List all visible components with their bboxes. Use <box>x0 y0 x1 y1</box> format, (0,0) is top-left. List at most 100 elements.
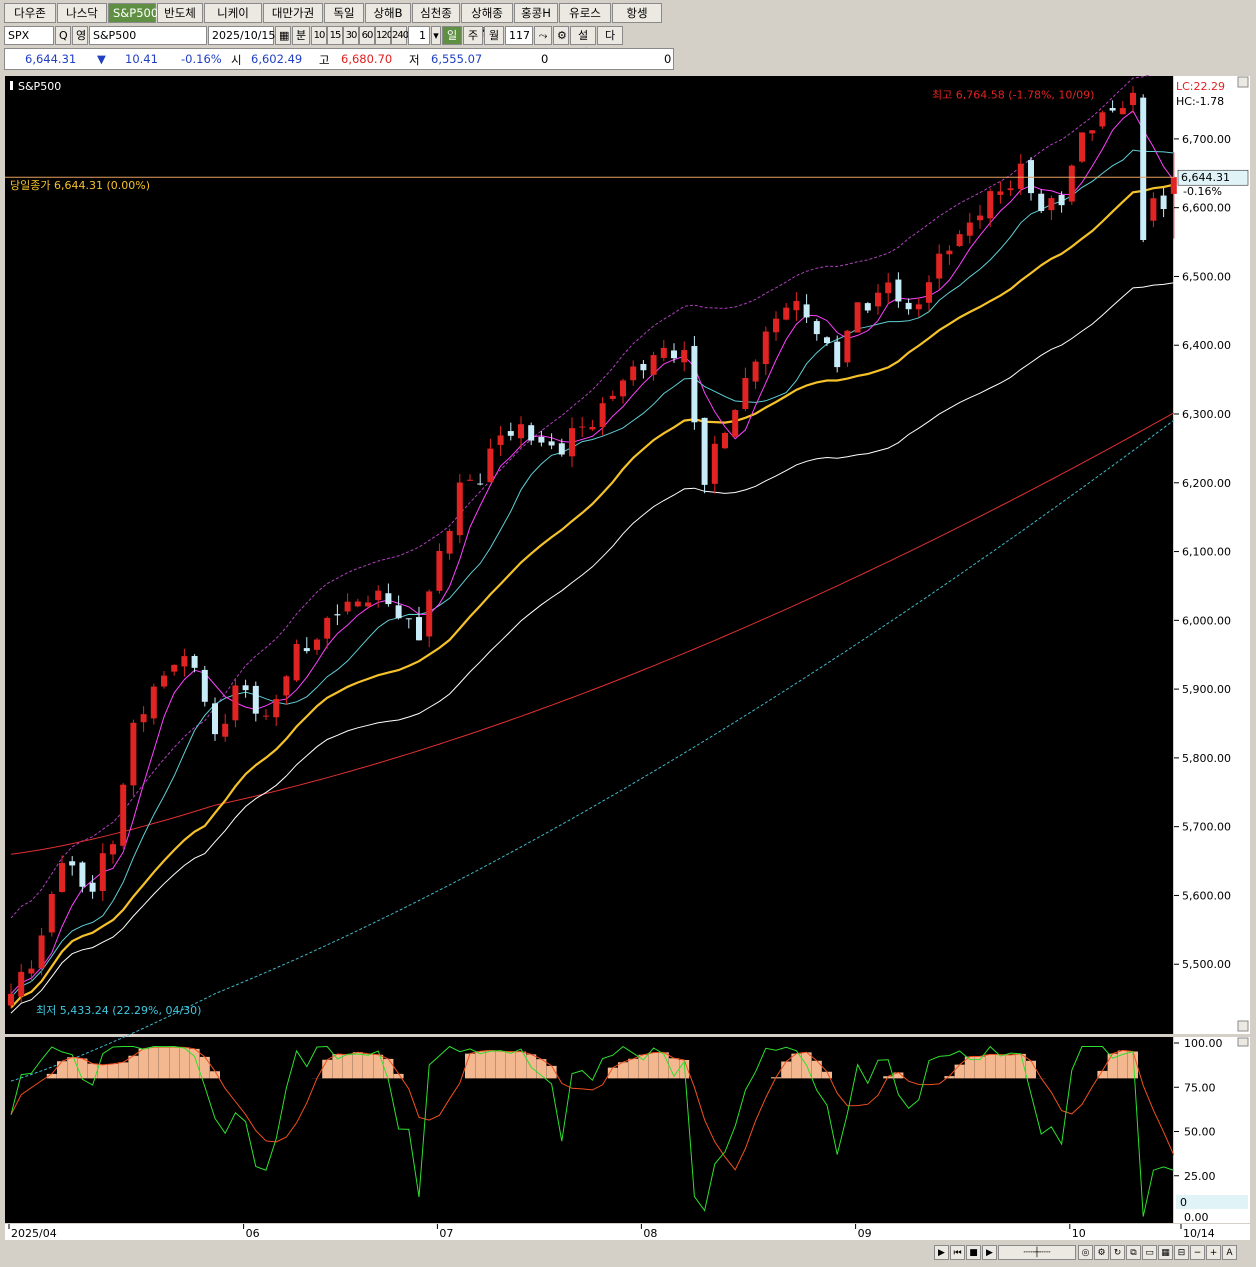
price-chart[interactable]: S&P500 당일종가 6,644.31 (0.00%) 최고 6,764.58… <box>4 75 1252 1241</box>
candle-body <box>1160 195 1167 210</box>
tab-5[interactable]: 대만가권 <box>263 3 323 23</box>
cursor-icon[interactable]: ◎ <box>1078 1245 1093 1260</box>
font-button[interactable]: A <box>1222 1245 1237 1260</box>
candle-body <box>456 482 463 536</box>
chart-type-icon[interactable]: ▭ <box>1142 1245 1157 1260</box>
candle-body <box>201 669 208 702</box>
daily-button[interactable]: 일 <box>442 25 462 45</box>
period-button-30[interactable]: 30 <box>343 25 359 45</box>
title-marker-icon <box>10 81 13 90</box>
candle-body <box>885 282 892 294</box>
date-field[interactable]: 2025/10/15 <box>208 25 275 45</box>
tab-6[interactable]: 독일 <box>324 3 364 23</box>
tab-4[interactable]: 니케이 <box>204 3 262 23</box>
last-percent-tag: -0.16% <box>1183 185 1222 198</box>
next-button[interactable]: 다음 <box>597 25 623 60</box>
candle-body <box>538 436 545 443</box>
language-toggle[interactable]: 영 <box>72 25 88 45</box>
count-field[interactable]: 1 <box>408 25 430 45</box>
period-button-10[interactable]: 10 <box>311 25 327 45</box>
chevron-down-icon[interactable]: ▾ <box>431 25 441 45</box>
stop-button[interactable]: ■ <box>966 1245 981 1260</box>
zoom-in-button[interactable]: + <box>1206 1245 1221 1260</box>
candle-body <box>497 435 504 445</box>
play-button[interactable]: ▶ <box>934 1245 949 1260</box>
candle-body <box>242 685 249 691</box>
indicator-icon[interactable]: ⤳ <box>534 25 552 45</box>
bar-count-field[interactable]: 117 <box>505 25 533 45</box>
candle-body <box>334 614 341 616</box>
candle-body <box>1099 112 1106 127</box>
candle-body <box>752 361 759 382</box>
candle-body <box>273 699 280 718</box>
change-value: 10.41 <box>125 52 158 66</box>
stoch-tick-label: 75.00 <box>1184 1081 1216 1094</box>
candle-body <box>875 292 881 307</box>
candle-body <box>762 331 769 365</box>
tab-10[interactable]: 홍콩H <box>514 3 558 23</box>
candle-body <box>915 304 922 310</box>
candle-body <box>640 364 647 371</box>
candle-body <box>579 426 586 428</box>
candle-body <box>1038 193 1045 212</box>
candle-body <box>1028 160 1034 194</box>
search-icon[interactable]: Q <box>55 25 71 45</box>
tab-8[interactable]: 심천종합 <box>412 3 460 39</box>
gear-icon[interactable]: ⚙ <box>553 25 569 45</box>
tab-1[interactable]: 나스닥 <box>57 3 107 23</box>
zoom-out-button[interactable]: − <box>1190 1245 1205 1260</box>
candle-body <box>487 448 494 483</box>
candle-body <box>344 601 351 612</box>
candle-body <box>936 253 943 279</box>
candle-body <box>1048 198 1055 211</box>
candle-body <box>997 191 1004 195</box>
ytick-label: 6,400.00 <box>1182 339 1231 352</box>
period-button-240[interactable]: 240 <box>391 25 409 45</box>
symbol-name-field[interactable]: S&P500 <box>89 25 207 45</box>
period-button-60[interactable]: 60 <box>359 25 375 45</box>
candle-body <box>79 862 86 887</box>
candle-body <box>824 337 830 344</box>
candle-body <box>293 644 300 681</box>
candle-body <box>681 350 688 363</box>
settings-button[interactable]: 설정 <box>570 25 596 60</box>
minute-unit-button[interactable]: 분 <box>292 25 310 45</box>
tab-12[interactable]: 항셍 <box>612 3 662 23</box>
symbol-code-field[interactable]: SPX <box>4 25 54 45</box>
panel-close-icon[interactable] <box>1237 1037 1249 1047</box>
tab-9[interactable]: 상해종합 <box>461 3 513 39</box>
tab-0[interactable]: 다우존스 <box>4 3 56 39</box>
lc-label: LC:22.29 <box>1176 80 1225 93</box>
period-button-120[interactable]: 120 <box>375 25 393 45</box>
candle-body <box>426 591 433 637</box>
monthly-button[interactable]: 월 <box>484 25 504 45</box>
refresh-icon[interactable]: ↻ <box>1110 1245 1125 1260</box>
first-button[interactable]: ⏮ <box>950 1245 965 1260</box>
tab-7[interactable]: 상해B <box>365 3 411 23</box>
scroll-up-icon[interactable] <box>1237 76 1249 88</box>
weekly-button[interactable]: 주 <box>463 25 483 45</box>
copy-icon[interactable]: ⧉ <box>1126 1245 1141 1260</box>
candle-body <box>8 993 14 1006</box>
grid-icon[interactable]: ▦ <box>1158 1245 1173 1260</box>
zoom-slider[interactable]: ┄┄┼┄┄ <box>998 1245 1076 1260</box>
price-panel <box>5 76 1173 1034</box>
tab-2[interactable]: S&P500 <box>108 3 158 23</box>
scroll-down-icon[interactable] <box>1237 1020 1249 1032</box>
quote-bar: 6,644.31 ▼ 10.41 -0.16% 시 6,602.49 고 6,6… <box>4 48 674 70</box>
low-value: 6,555.07 <box>431 52 483 66</box>
candle-body <box>844 330 851 363</box>
tab-3[interactable]: 반도체 <box>157 3 203 23</box>
tab-11[interactable]: 유로스톡 <box>559 3 611 39</box>
candle-body <box>1089 130 1096 134</box>
period-button-15[interactable]: 15 <box>327 25 343 45</box>
open-label: 시 <box>231 53 242 67</box>
candle-body <box>1079 132 1085 162</box>
gear-icon[interactable]: ⚙ <box>1094 1245 1109 1260</box>
last-button[interactable]: ▶ <box>982 1245 997 1260</box>
candle-body <box>834 341 841 368</box>
period-buttons: 10 15 30 60 120 240 <box>311 25 409 45</box>
layout-icon[interactable]: ⊟ <box>1174 1245 1189 1260</box>
calendar-icon[interactable]: ▦ <box>275 25 291 45</box>
candle-body <box>518 424 524 439</box>
